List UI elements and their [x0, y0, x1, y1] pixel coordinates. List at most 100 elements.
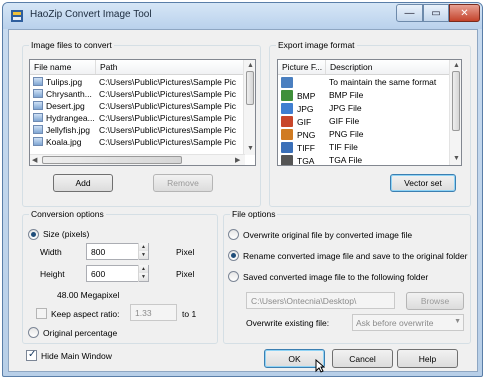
- tga-icon: [281, 155, 293, 165]
- file-path-cell: C:\Users\Public\Pictures\Sample Pic: [99, 113, 236, 123]
- save-to-folder-label[interactable]: Saved converted image file to the follow…: [243, 272, 428, 282]
- format-vertical-scrollbar[interactable]: ▲ ▼: [449, 60, 461, 165]
- list-item[interactable]: GIF GIF File: [278, 116, 451, 128]
- vertical-scroll-thumb[interactable]: [452, 71, 460, 131]
- files-horizontal-scrollbar[interactable]: ◀ ▶: [30, 154, 245, 165]
- image-file-icon: [33, 101, 43, 110]
- format-name: GIF: [297, 117, 312, 127]
- list-item[interactable]: To maintain the same format: [278, 77, 451, 89]
- save-to-folder-radio[interactable]: [228, 271, 239, 282]
- table-row[interactable]: Koala.jpg C:\Users\Public\Pictures\Sample…: [30, 137, 245, 149]
- vertical-scroll-thumb[interactable]: [246, 71, 254, 105]
- scroll-right-icon[interactable]: ▶: [235, 156, 240, 164]
- file-options-group: File options Overwrite original file by …: [223, 209, 471, 344]
- image-files-list[interactable]: File name Path Tulips.jpg C:\Users\Public…: [29, 59, 256, 166]
- add-button[interactable]: Add: [53, 174, 113, 192]
- keep-aspect-ratio-checkbox[interactable]: [36, 308, 47, 319]
- format-cell: BMP: [278, 90, 326, 102]
- jpg-icon: [281, 103, 293, 114]
- format-description: BMP File: [329, 90, 364, 100]
- minimize-button[interactable]: —: [396, 4, 423, 22]
- title-bar[interactable]: HaoZip Convert Image Tool — ▭ ✕: [3, 3, 482, 29]
- column-description[interactable]: Description: [326, 60, 451, 74]
- size-pixels-radio[interactable]: [28, 229, 39, 240]
- file-path-cell: C:\Users\Public\Pictures\Sample Pic: [99, 101, 236, 111]
- aspect-ratio-input[interactable]: 1.33: [130, 304, 177, 321]
- column-picture-format[interactable]: Picture F...: [278, 60, 326, 74]
- spin-down-icon[interactable]: ▼: [139, 251, 148, 259]
- close-button[interactable]: ✕: [449, 4, 480, 22]
- file-name: Desert.jpg: [46, 101, 85, 111]
- format-cell: GIF: [278, 116, 326, 128]
- table-row[interactable]: Hydrangea... C:\Users\Public\Pictures\Sam…: [30, 113, 245, 125]
- hide-main-window-label[interactable]: Hide Main Window: [41, 351, 112, 361]
- format-description: GIF File: [329, 116, 360, 126]
- original-percentage-radio[interactable]: [28, 327, 39, 338]
- maximize-button[interactable]: ▭: [423, 4, 449, 22]
- cancel-button[interactable]: Cancel: [332, 349, 393, 368]
- tiff-icon: [281, 142, 293, 153]
- browse-button[interactable]: Browse: [406, 292, 464, 310]
- list-item[interactable]: TIFF TIF File: [278, 142, 451, 154]
- format-name: TIFF: [297, 143, 315, 153]
- spin-down-icon[interactable]: ▼: [139, 273, 148, 281]
- list-item[interactable]: PNG PNG File: [278, 129, 451, 141]
- list-item[interactable]: TGA TGA File: [278, 155, 451, 166]
- format-name: TGA: [297, 156, 315, 166]
- list-item[interactable]: JPG JPG File: [278, 103, 451, 115]
- help-button[interactable]: Help: [397, 349, 458, 368]
- width-spinner[interactable]: ▲ ▼: [138, 243, 148, 260]
- rename-converted-radio[interactable]: [228, 250, 239, 261]
- bmp-icon: [281, 90, 293, 101]
- export-format-group-label: Export image format: [276, 40, 357, 50]
- remove-button[interactable]: Remove: [153, 174, 213, 192]
- file-path-cell: C:\Users\Public\Pictures\Sample Pic: [99, 89, 236, 99]
- width-unit: Pixel: [176, 247, 195, 257]
- format-description: PNG File: [329, 129, 364, 139]
- megapixel-value: 48.00 Megapixel: [57, 290, 120, 300]
- file-path-cell: C:\Users\Public\Pictures\Sample Pic: [99, 125, 236, 135]
- scroll-down-icon[interactable]: ▼: [453, 155, 460, 162]
- file-name-cell: Desert.jpg: [30, 101, 96, 113]
- spin-up-icon[interactable]: ▲: [139, 265, 148, 273]
- minimize-icon: —: [404, 7, 415, 19]
- rename-converted-label[interactable]: Rename converted image file and save to …: [243, 251, 467, 261]
- overwrite-original-radio[interactable]: [228, 229, 239, 240]
- export-format-list[interactable]: Picture F... Description To maintain the…: [277, 59, 462, 166]
- column-path[interactable]: Path: [96, 60, 245, 74]
- png-icon: [281, 129, 293, 140]
- scroll-up-icon[interactable]: ▲: [247, 62, 254, 69]
- table-row[interactable]: Jellyfish.jpg C:\Users\Public\Pictures\Sa…: [30, 125, 245, 137]
- files-vertical-scrollbar[interactable]: ▲ ▼: [243, 60, 255, 155]
- hide-main-window-checkbox[interactable]: [26, 349, 37, 361]
- window-title: HaoZip Convert Image Tool: [30, 9, 152, 20]
- vector-set-button[interactable]: Vector set: [390, 174, 456, 192]
- spin-up-icon[interactable]: ▲: [139, 243, 148, 251]
- conversion-options-group: Conversion options Size (pixels) Width 8…: [22, 209, 218, 344]
- image-file-icon: [33, 89, 43, 98]
- file-name-cell: Tulips.jpg: [30, 77, 96, 89]
- folder-path-value: C:\Users\Ontecnia\Desktop\: [251, 296, 357, 306]
- original-percentage-label[interactable]: Original percentage: [43, 328, 117, 338]
- scroll-down-icon[interactable]: ▼: [247, 145, 254, 152]
- height-unit: Pixel: [176, 269, 195, 279]
- file-name: Jellyfish.jpg: [46, 125, 90, 135]
- keep-aspect-ratio-label[interactable]: Keep aspect ratio:: [51, 309, 120, 319]
- size-pixels-label[interactable]: Size (pixels): [43, 229, 89, 239]
- column-file-name[interactable]: File name: [30, 60, 96, 74]
- table-row[interactable]: Chrysanth... C:\Users\Public\Pictures\Sam…: [30, 89, 245, 101]
- export-format-group: Export image format Picture F... Descrip…: [269, 40, 471, 207]
- height-spinner[interactable]: ▲ ▼: [138, 265, 148, 282]
- file-path-cell: C:\Users\Public\Pictures\Sample Pic: [99, 137, 236, 147]
- folder-path-input[interactable]: C:\Users\Ontecnia\Desktop\: [246, 292, 395, 309]
- scroll-left-icon[interactable]: ◀: [32, 156, 37, 164]
- overwrite-existing-select[interactable]: Ask before overwrite ▼: [352, 314, 464, 331]
- horizontal-scroll-thumb[interactable]: [42, 156, 182, 164]
- dialog-client-area: Image files to convert File name Path Tu…: [8, 29, 478, 373]
- file-name: Tulips.jpg: [46, 77, 83, 87]
- table-row[interactable]: Desert.jpg C:\Users\Public\Pictures\Sampl…: [30, 101, 245, 113]
- table-row[interactable]: Tulips.jpg C:\Users\Public\Pictures\Sampl…: [30, 77, 245, 89]
- scroll-up-icon[interactable]: ▲: [453, 62, 460, 69]
- list-item[interactable]: BMP BMP File: [278, 90, 451, 102]
- overwrite-original-label[interactable]: Overwrite original file by converted ima…: [243, 230, 412, 240]
